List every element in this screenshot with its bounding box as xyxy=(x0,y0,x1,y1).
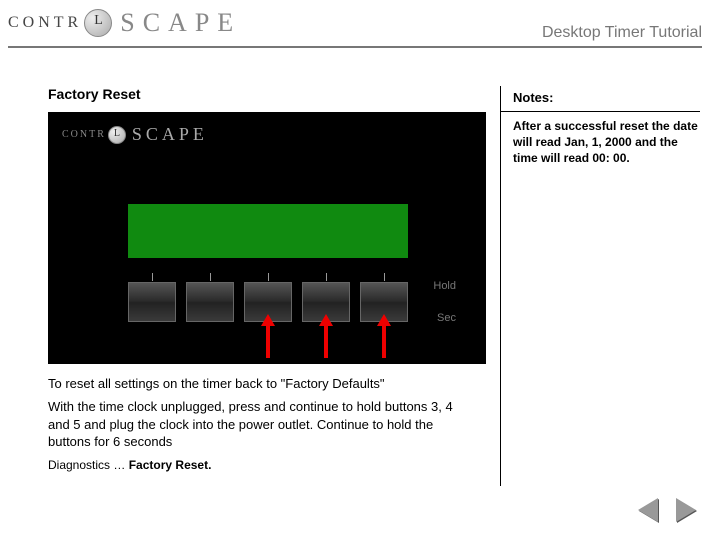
logo-text-control: CONTR xyxy=(62,129,106,140)
breadcrumb-current: Factory Reset. xyxy=(129,458,212,472)
header-divider xyxy=(8,46,702,48)
device-lcd-screen xyxy=(128,204,408,258)
triangle-left-icon xyxy=(638,498,658,522)
device-button-1 xyxy=(128,282,176,322)
notes-panel: Notes: After a successful reset the date… xyxy=(500,86,700,486)
instruction-line-1: To reset all settings on the timer back … xyxy=(48,376,385,391)
logo-text-scape: SCAPE xyxy=(132,124,208,145)
logo-text-control: CONTR xyxy=(8,14,82,32)
arrow-up-icon xyxy=(324,324,328,358)
breadcrumb: Diagnostics … Factory Reset. xyxy=(48,458,211,472)
breadcrumb-path: Diagnostics … xyxy=(48,458,125,472)
slide-nav xyxy=(638,498,696,522)
notes-heading: Notes: xyxy=(513,86,700,105)
next-slide-button[interactable] xyxy=(676,498,696,522)
page-title: Desktop Timer Tutorial xyxy=(542,24,702,42)
prev-slide-button[interactable] xyxy=(638,498,658,522)
instruction-line-2: With the time clock unplugged, press and… xyxy=(48,398,468,451)
arrow-up-icon xyxy=(382,324,386,358)
arrow-up-icon xyxy=(266,324,270,358)
notes-body: After a successful reset the date will r… xyxy=(513,118,700,167)
brand-logo: CONTR SCAPE xyxy=(8,8,241,38)
section-title: Factory Reset xyxy=(48,86,141,102)
device-brand-logo: CONTR SCAPE xyxy=(62,124,208,145)
clock-icon xyxy=(108,126,126,144)
device-label-hold: Hold xyxy=(433,280,456,292)
device-button-2 xyxy=(186,282,234,322)
device-illustration: CONTR SCAPE Hold Sec xyxy=(48,112,486,364)
clock-icon xyxy=(84,9,112,37)
notes-divider xyxy=(501,111,700,112)
header: CONTR SCAPE Desktop Timer Tutorial xyxy=(0,0,720,50)
triangle-right-icon xyxy=(676,498,696,522)
device-label-sec: Sec xyxy=(437,312,456,324)
logo-text-scape: SCAPE xyxy=(120,8,241,38)
